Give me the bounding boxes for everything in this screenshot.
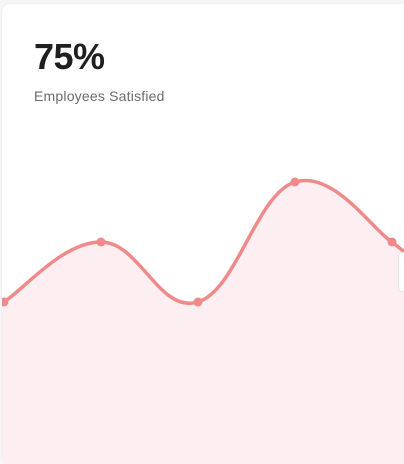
sparkline-point-5[interactable] (387, 237, 397, 247)
side-panel-handle[interactable] (398, 252, 404, 292)
stat-card: 75% Employees Satisfied (2, 4, 404, 464)
sparkline-area (2, 180, 404, 464)
sparkline-point-4[interactable] (290, 177, 300, 187)
satisfaction-sparkline (2, 177, 404, 464)
sparkline-point-3[interactable] (193, 297, 203, 307)
sparkline-point-2[interactable] (96, 237, 106, 247)
